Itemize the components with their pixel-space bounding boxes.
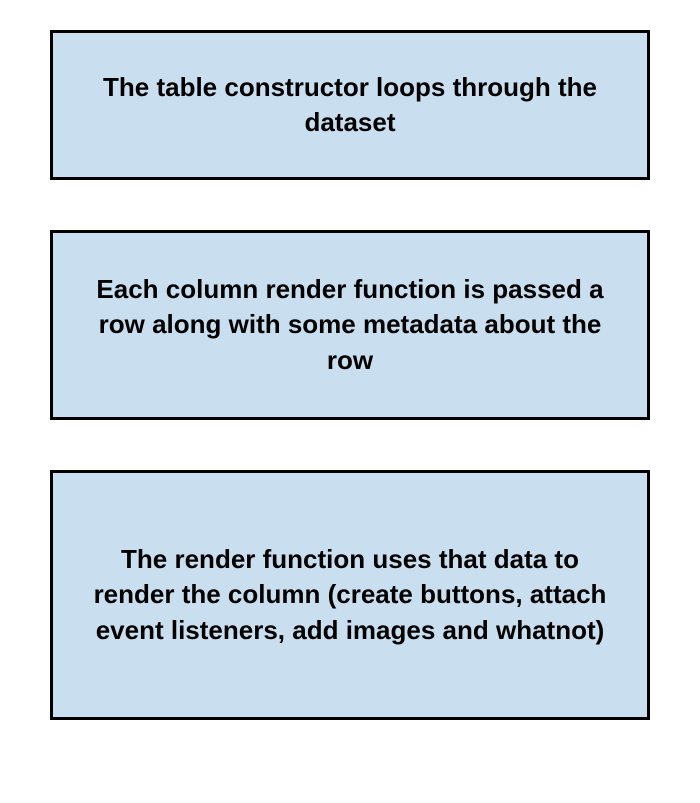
diagram-box-3-text: The render function uses that data to re… [78, 542, 622, 647]
diagram-box-1: The table constructor loops through the … [50, 30, 650, 180]
diagram-box-1-text: The table constructor loops through the … [78, 70, 622, 140]
diagram-box-2-text: Each column render function is passed a … [78, 272, 622, 377]
diagram-box-3: The render function uses that data to re… [50, 470, 650, 720]
diagram-box-2: Each column render function is passed a … [50, 230, 650, 420]
